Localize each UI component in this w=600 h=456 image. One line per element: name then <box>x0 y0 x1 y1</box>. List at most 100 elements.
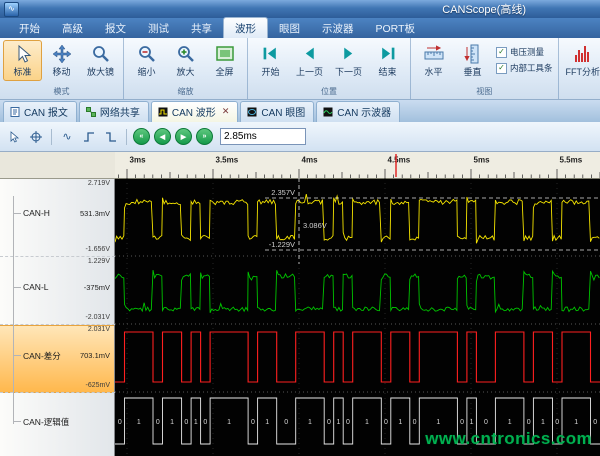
svg-text:0: 0 <box>118 419 122 426</box>
zoom-in-button[interactable]: 放大 <box>166 40 205 81</box>
tab-port-board[interactable]: PORT板 <box>365 18 426 38</box>
svg-text:0: 0 <box>555 419 559 426</box>
toolbar-separator <box>51 129 52 145</box>
scale-label: -1.656V <box>85 246 110 253</box>
group-wave-settings: FFT分析 边沿测量 属性 波形设置 <box>559 38 600 99</box>
ribbon: 标准 移动 放大镜 模式 <box>0 38 600 100</box>
rising-edge-button[interactable] <box>79 127 99 147</box>
next-icon <box>340 43 357 64</box>
svg-text:1: 1 <box>398 419 402 426</box>
fft-analysis-button[interactable]: FFT分析 <box>562 40 600 81</box>
channel-offset-can-h: 531.3mV <box>80 209 110 218</box>
scale-label: -2.031V <box>85 314 110 321</box>
pointer-tool-button[interactable] <box>4 127 24 147</box>
vertical-button[interactable]: 垂直 <box>453 40 492 81</box>
svg-text:0: 0 <box>156 419 160 426</box>
magnifier-mode-button[interactable]: 放大镜 <box>81 40 120 81</box>
magnifier-icon <box>91 43 111 64</box>
go-end-button[interactable]: 结束 <box>368 40 407 81</box>
standard-mode-button[interactable]: 标准 <box>3 40 42 81</box>
tab-oscilloscope[interactable]: 示波器 <box>311 18 365 38</box>
svg-text:1: 1 <box>227 419 231 426</box>
group-position: 开始 上一页 下一页 <box>248 38 411 99</box>
channel-panel: 2.719V -1.656V 1.229V -2.031V 2.031V -62… <box>0 152 115 456</box>
tab-message[interactable]: 报文 <box>94 18 137 38</box>
doctab-network-share[interactable]: 网络共享 <box>79 101 149 122</box>
checkbox-inner-toolbar[interactable]: ✓ 内部工具条 <box>496 62 553 74</box>
falling-edge-icon <box>105 131 117 143</box>
tab-test[interactable]: 测试 <box>137 18 180 38</box>
toolbar-separator <box>126 129 127 145</box>
zoom-out-icon <box>137 43 157 64</box>
doctab-can-eye[interactable]: CAN 眼图 <box>240 101 314 122</box>
svg-text:1: 1 <box>365 419 369 426</box>
svg-text:1: 1 <box>470 419 474 426</box>
svg-text:3.5ms: 3.5ms <box>216 156 239 165</box>
svg-text:0: 0 <box>593 419 597 426</box>
doctab-can-message[interactable]: CAN 报文 <box>3 101 77 122</box>
full-screen-button[interactable]: 全屏 <box>205 40 244 81</box>
doctab-can-oscilloscope[interactable]: CAN 示波器 <box>316 101 400 122</box>
panel-header <box>0 152 115 179</box>
time-position-input[interactable] <box>220 128 306 145</box>
svg-text:1: 1 <box>574 419 578 426</box>
tab-advanced[interactable]: 高级 <box>51 18 94 38</box>
close-tab-icon[interactable]: ✕ <box>222 106 230 117</box>
tab-share[interactable]: 共享 <box>180 18 223 38</box>
nav-last-button[interactable]: » <box>196 128 213 145</box>
svg-text:4ms: 4ms <box>302 156 319 165</box>
canscope-window: ∿ CANScope(高线) 开始 高级 报文 测试 共享 波形 眼图 示波器 … <box>0 0 600 456</box>
channel-name-can-logic: CAN-逻辑值 <box>23 416 69 428</box>
go-start-button[interactable]: 开始 <box>251 40 290 81</box>
rising-edge-icon <box>83 131 95 143</box>
zoom-out-button[interactable]: 缩小 <box>127 40 166 81</box>
oscilloscope-icon <box>323 107 333 117</box>
waveform-canvas[interactable]: 3ms3.5ms4ms4.5ms5ms5.5ms0101010101010101… <box>115 152 600 456</box>
checkbox-voltage-measure[interactable]: ✓ 电压测量 <box>496 46 553 58</box>
scale-label: 1.229V <box>88 258 110 265</box>
ribbon-tab-bar: 开始 高级 报文 测试 共享 波形 眼图 示波器 PORT板 <box>0 18 600 38</box>
next-page-button[interactable]: 下一页 <box>329 40 368 81</box>
crosshair-tool-button[interactable] <box>26 127 46 147</box>
checkbox-checked-icon: ✓ <box>496 47 507 58</box>
nav-first-button[interactable]: « <box>133 128 150 145</box>
scale-label: 2.719V <box>88 180 110 187</box>
svg-text:0: 0 <box>460 419 464 426</box>
svg-text:1: 1 <box>436 419 440 426</box>
svg-text:1: 1 <box>508 419 512 426</box>
nav-prev-button[interactable]: ◀ <box>154 128 171 145</box>
svg-text:1: 1 <box>137 419 141 426</box>
waveform-icon <box>158 107 168 117</box>
svg-text:1: 1 <box>194 419 198 426</box>
tab-eye-diagram[interactable]: 眼图 <box>268 18 311 38</box>
sine-tool-button[interactable]: ∿ <box>57 127 77 147</box>
document-icon <box>10 107 20 117</box>
horizontal-button[interactable]: 水平 <box>414 40 453 81</box>
fft-spectrum-icon <box>573 43 593 64</box>
svg-text:1: 1 <box>541 419 545 426</box>
move-arrows-icon <box>52 43 72 64</box>
svg-text:1: 1 <box>308 419 312 426</box>
prev-page-button[interactable]: 上一页 <box>290 40 329 81</box>
crosshair-icon <box>30 131 42 143</box>
tab-start[interactable]: 开始 <box>8 18 51 38</box>
skip-to-end-icon <box>379 43 396 64</box>
falling-edge-button[interactable] <box>101 127 121 147</box>
eye-diagram-icon <box>247 107 257 117</box>
svg-text:1: 1 <box>337 419 341 426</box>
zoom-in-icon <box>176 43 196 64</box>
waveform-plot[interactable]: 3ms3.5ms4ms4.5ms5ms5.5ms0101010101010101… <box>115 152 600 456</box>
move-mode-button[interactable]: 移动 <box>42 40 81 81</box>
nav-next-button[interactable]: ▶ <box>175 128 192 145</box>
pointer-icon <box>8 131 20 143</box>
tab-waveform[interactable]: 波形 <box>223 17 268 38</box>
skip-to-start-icon <box>262 43 279 64</box>
svg-text:1: 1 <box>170 419 174 426</box>
group-view: 水平 垂直 ✓ 电压测量 ✓ 内部工具条 <box>411 38 559 99</box>
group-zoom: 缩小 放大 全屏 缩放 <box>124 38 248 99</box>
svg-text:0: 0 <box>251 419 255 426</box>
svg-text:0: 0 <box>284 419 288 426</box>
group-mode: 标准 移动 放大镜 模式 <box>0 38 124 99</box>
svg-text:0: 0 <box>184 419 188 426</box>
doctab-can-waveform[interactable]: CAN 波形 ✕ <box>151 101 238 122</box>
